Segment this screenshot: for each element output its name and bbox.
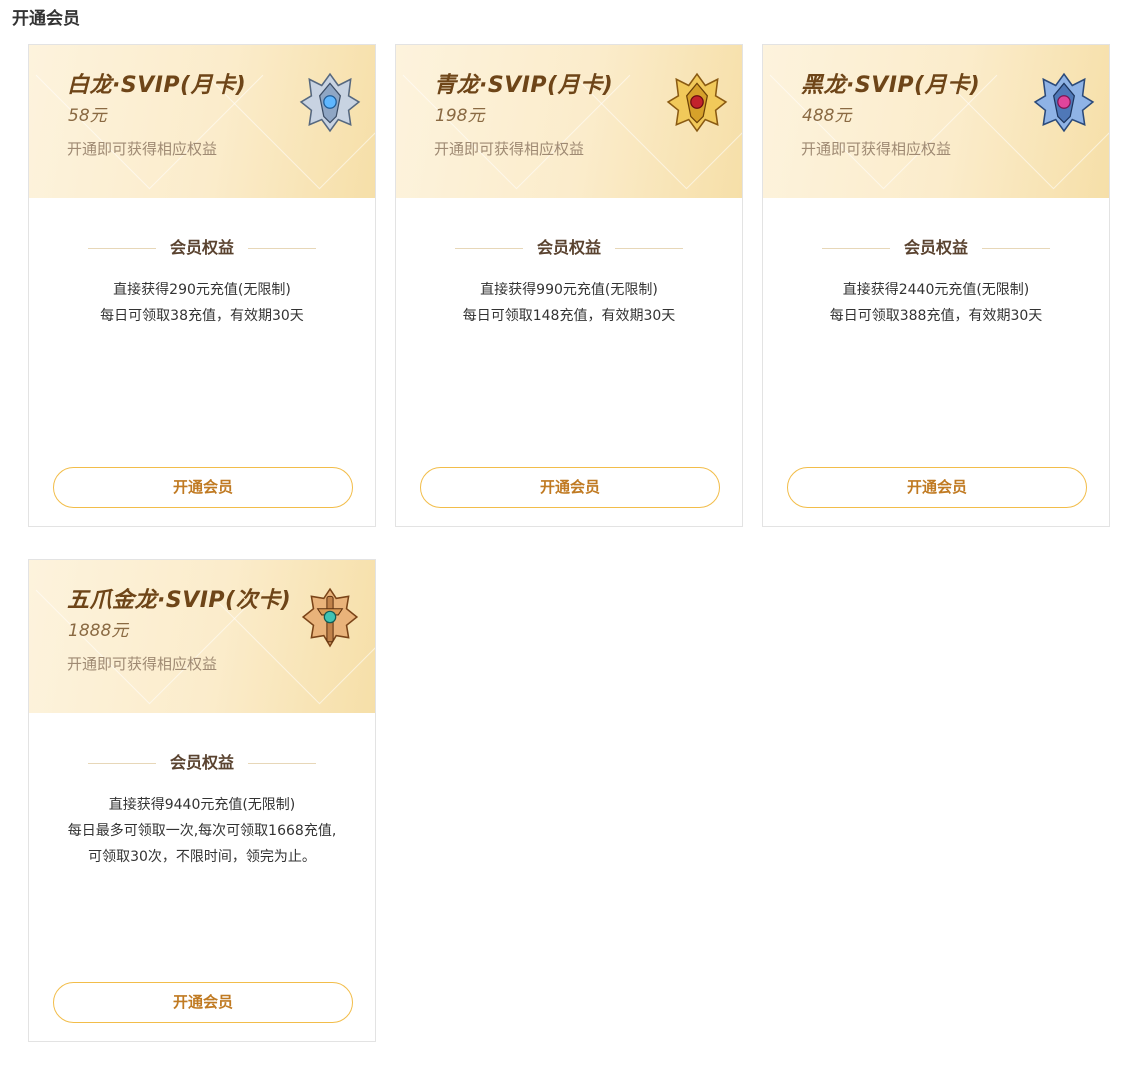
card-header: 青龙·SVIP(月卡) 198元 开通即可获得相应权益 <box>396 45 742 198</box>
open-membership-button[interactable]: 开通会员 <box>53 467 353 508</box>
card-subtitle: 开通即可获得相应权益 <box>67 655 218 673</box>
open-membership-button[interactable]: 开通会员 <box>420 467 720 508</box>
benefits-heading: 会员权益 <box>396 234 742 258</box>
benefits-heading: 会员权益 <box>29 234 375 258</box>
benefits-list: 直接获得9440元充值(无限制) 每日最多可领取一次,每次可领取1668充值, … <box>39 792 365 870</box>
benefits-list: 直接获得290元充值(无限制) 每日可领取38充值，有效期30天 <box>39 277 365 329</box>
card-header: 黑龙·SVIP(月卡) 488元 开通即可获得相应权益 <box>763 45 1109 198</box>
membership-card-black-dragon: 黑龙·SVIP(月卡) 488元 开通即可获得相应权益 会员权益 直接获得244… <box>762 44 1110 527</box>
card-name: 五爪金龙·SVIP(次卡) <box>67 588 292 613</box>
card-name: 青龙·SVIP(月卡) <box>434 73 614 98</box>
azure-dragon-badge-icon <box>666 72 728 133</box>
membership-card-golden-dragon: 五爪金龙·SVIP(次卡) 1888元 开通即可获得相应权益 会员权益 直接获得… <box>28 559 376 1042</box>
open-membership-button[interactable]: 开通会员 <box>53 982 353 1023</box>
card-subtitle: 开通即可获得相应权益 <box>67 140 218 158</box>
open-membership-button[interactable]: 开通会员 <box>787 467 1087 508</box>
benefit-line: 直接获得2440元充值(无限制) <box>842 282 1030 298</box>
card-subtitle: 开通即可获得相应权益 <box>801 140 952 158</box>
white-dragon-badge-icon <box>299 72 361 133</box>
golden-dragon-badge-icon <box>301 587 359 648</box>
card-header: 五爪金龙·SVIP(次卡) 1888元 开通即可获得相应权益 <box>29 560 375 713</box>
card-price: 198元 <box>435 106 485 126</box>
benefit-line: 直接获得290元充值(无限制) <box>113 282 291 298</box>
benefit-line: 每日可领取148充值，有效期30天 <box>462 308 676 324</box>
card-price: 488元 <box>802 106 852 126</box>
benefits-heading: 会员权益 <box>763 234 1109 258</box>
card-subtitle: 开通即可获得相应权益 <box>434 140 585 158</box>
benefit-line: 每日可领取388充值，有效期30天 <box>829 308 1043 324</box>
benefit-line: 每日可领取38充值，有效期30天 <box>100 308 304 324</box>
membership-card-white-dragon: 白龙·SVIP(月卡) 58元 开通即可获得相应权益 会员权益 直接获得290元… <box>28 44 376 527</box>
benefit-line: 可领取30次，不限时间，领完为止。 <box>88 849 316 865</box>
card-name: 黑龙·SVIP(月卡) <box>801 73 981 98</box>
benefits-list: 直接获得990元充值(无限制) 每日可领取148充值，有效期30天 <box>406 277 732 329</box>
card-header: 白龙·SVIP(月卡) 58元 开通即可获得相应权益 <box>29 45 375 198</box>
benefits-heading: 会员权益 <box>29 749 375 773</box>
card-price: 58元 <box>68 106 107 126</box>
membership-card-azure-dragon: 青龙·SVIP(月卡) 198元 开通即可获得相应权益 会员权益 直接获得990… <box>395 44 743 527</box>
benefit-line: 直接获得990元充值(无限制) <box>480 282 658 298</box>
black-dragon-badge-icon <box>1033 72 1095 133</box>
card-name: 白龙·SVIP(月卡) <box>67 73 247 98</box>
page-title: 开通会员 <box>12 9 80 29</box>
benefit-line: 每日最多可领取一次,每次可领取1668充值, <box>67 823 337 839</box>
card-price: 1888元 <box>68 621 129 641</box>
benefit-line: 直接获得9440元充值(无限制) <box>108 797 296 813</box>
benefits-list: 直接获得2440元充值(无限制) 每日可领取388充值，有效期30天 <box>773 277 1099 329</box>
